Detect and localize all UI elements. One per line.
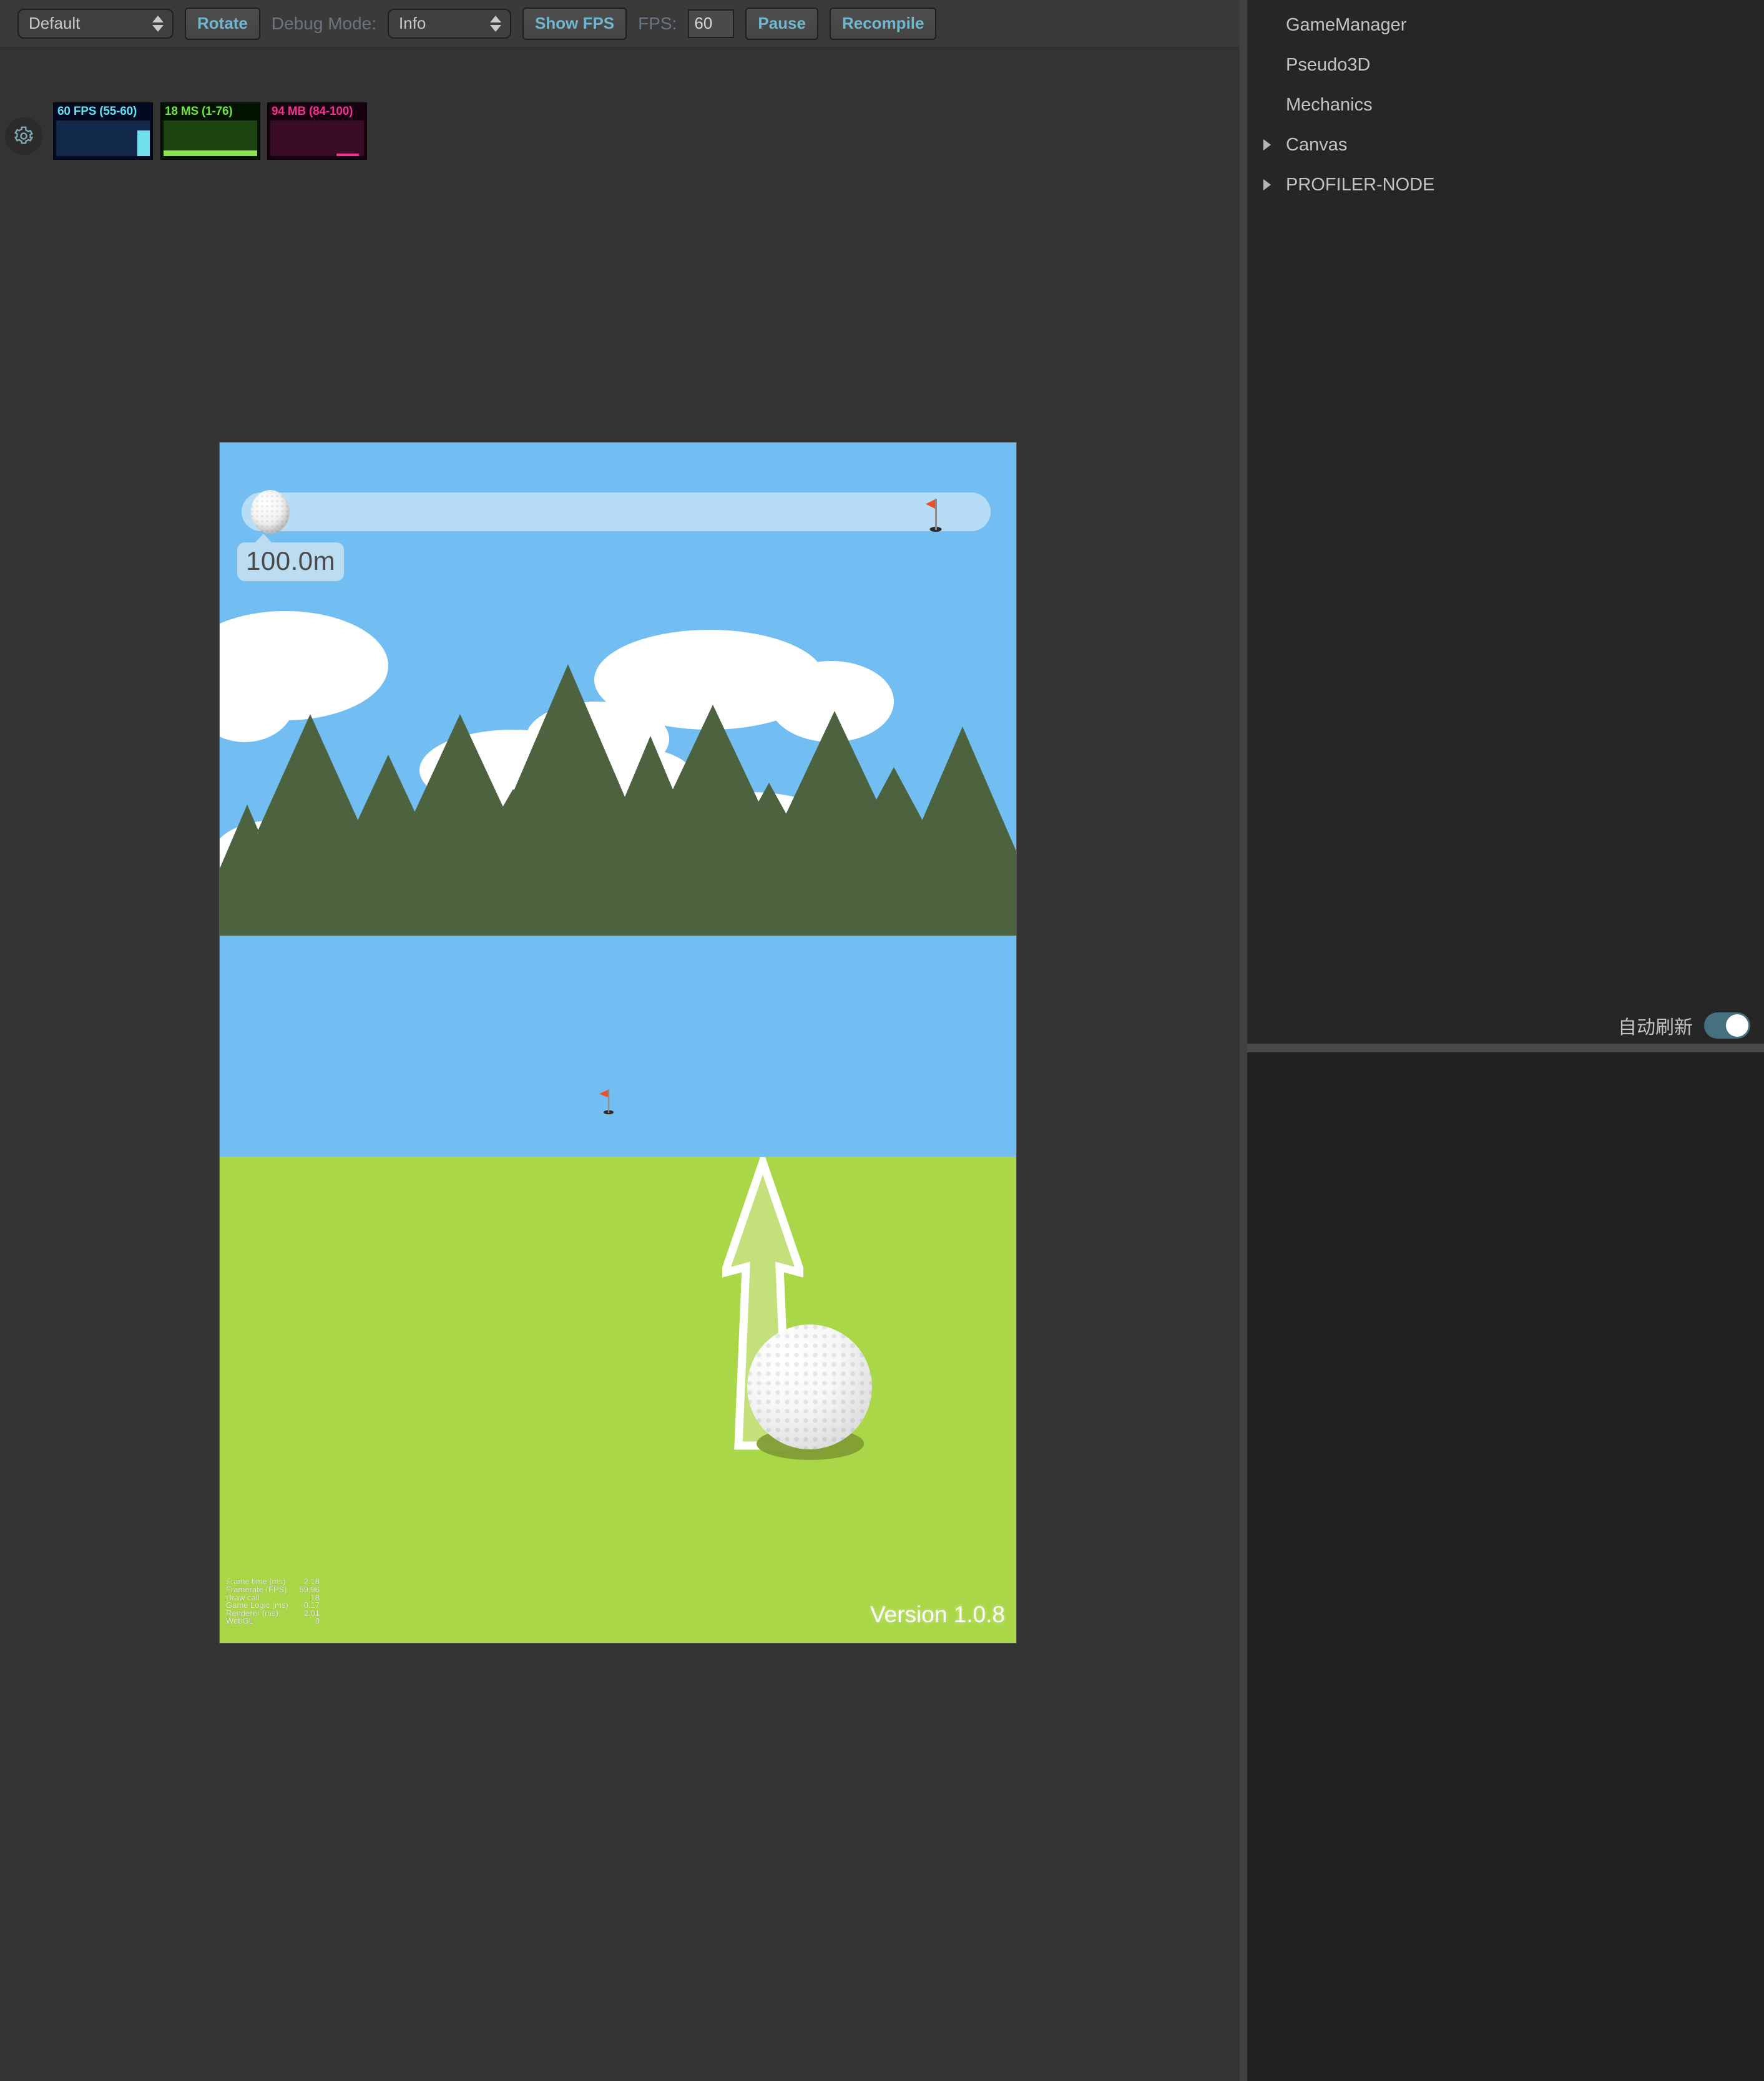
toolbar: Default Rotate Debug Mode: Info Show FPS…: [0, 0, 1240, 47]
game-canvas[interactable]: 100.0m Frame time (ms) 2.18 Framerate (F…: [220, 443, 1016, 1643]
tree-ridge: [220, 664, 1016, 936]
tree-item-label: PROFILER-NODE: [1286, 174, 1435, 195]
auto-refresh-label: 自动刷新: [1618, 1017, 1693, 1038]
panel-splitter[interactable]: [1247, 1044, 1764, 1052]
app-root: Default Rotate Debug Mode: Info Show FPS…: [0, 0, 1764, 2081]
stat-mb-title: 94 MB (84-100): [272, 105, 353, 118]
inspector-pane: GameManager Pseudo3D Mechanics Canvas PR…: [1240, 0, 1764, 2081]
stat-panel-mb[interactable]: 94 MB (84-100): [267, 102, 367, 160]
stats-row: 60 FPS (55-60) 18 MS (1-76) 94 MB (84-10…: [0, 47, 1240, 160]
fps-label: FPS:: [638, 13, 677, 33]
distance-progress-track[interactable]: [242, 492, 991, 531]
profiler-value: 0: [315, 1616, 320, 1626]
distance-value: 100.0m: [246, 546, 336, 575]
stat-fps-title: 60 FPS (55-60): [57, 105, 137, 118]
tree-item-profiler-node[interactable]: PROFILER-NODE: [1247, 165, 1764, 205]
tree-item-label: Canvas: [1286, 134, 1348, 155]
tree-item-label: Mechanics: [1286, 94, 1373, 115]
chevron-updown-icon: [152, 15, 164, 32]
inspector-detail-panel: [1247, 1052, 1764, 2081]
profiler-value: 2.01: [303, 1608, 320, 1618]
auto-refresh-row: 自动刷新: [1247, 1007, 1764, 1044]
show-fps-button[interactable]: Show FPS: [522, 7, 627, 40]
progress-ball-marker: [251, 490, 290, 534]
distance-bubble: 100.0m: [237, 534, 345, 581]
scene-select-value: Default: [29, 14, 81, 32]
tree-item-label: Pseudo3D: [1286, 54, 1371, 75]
auto-refresh-toggle[interactable]: [1704, 1012, 1750, 1039]
tree-item-gamemanager[interactable]: GameManager: [1247, 5, 1764, 45]
debug-mode-select[interactable]: Info: [388, 8, 512, 39]
preview-pane: Default Rotate Debug Mode: Info Show FPS…: [0, 0, 1240, 2081]
expand-arrow-icon[interactable]: [1258, 139, 1276, 150]
fps-input[interactable]: [688, 9, 735, 38]
progress-flag-icon: [926, 499, 942, 532]
golf-ball[interactable]: [747, 1324, 872, 1449]
hole-flag-icon: [599, 1089, 614, 1115]
rotate-button[interactable]: Rotate: [185, 7, 260, 40]
debug-mode-label: Debug Mode:: [271, 13, 377, 33]
stat-mb-graph: [270, 120, 364, 156]
toggle-knob: [1726, 1014, 1748, 1037]
pane-resizer[interactable]: [1240, 0, 1247, 2081]
stat-fps-graph: [56, 120, 150, 156]
tree-item-canvas[interactable]: Canvas: [1247, 125, 1764, 165]
version-label: Version 1.0.8: [870, 1602, 1005, 1627]
stat-panel-ms[interactable]: 18 MS (1-76): [160, 102, 260, 160]
tree-item-mechanics[interactable]: Mechanics: [1247, 85, 1764, 125]
canvas-profiler-overlay: Frame time (ms) 2.18 Framerate (FPS) 59.…: [226, 1578, 320, 1625]
debug-mode-value: Info: [399, 14, 426, 32]
tree-item-label: GameManager: [1286, 14, 1407, 35]
recompile-button[interactable]: Recompile: [829, 7, 937, 40]
scene-select[interactable]: Default: [17, 8, 174, 39]
gear-icon[interactable]: [5, 117, 42, 155]
stat-ms-title: 18 MS (1-76): [165, 105, 233, 118]
pause-button[interactable]: Pause: [745, 7, 818, 40]
stat-panel-fps[interactable]: 60 FPS (55-60): [53, 102, 153, 160]
chevron-updown-icon: [490, 15, 502, 32]
profiler-row: WebGL 0: [226, 1617, 320, 1625]
stat-ms-graph: [164, 120, 257, 156]
node-tree-panel: GameManager Pseudo3D Mechanics Canvas PR…: [1247, 0, 1764, 1044]
tree-item-pseudo3d[interactable]: Pseudo3D: [1247, 45, 1764, 85]
profiler-key: WebGL: [226, 1616, 253, 1626]
expand-arrow-icon[interactable]: [1258, 179, 1276, 190]
